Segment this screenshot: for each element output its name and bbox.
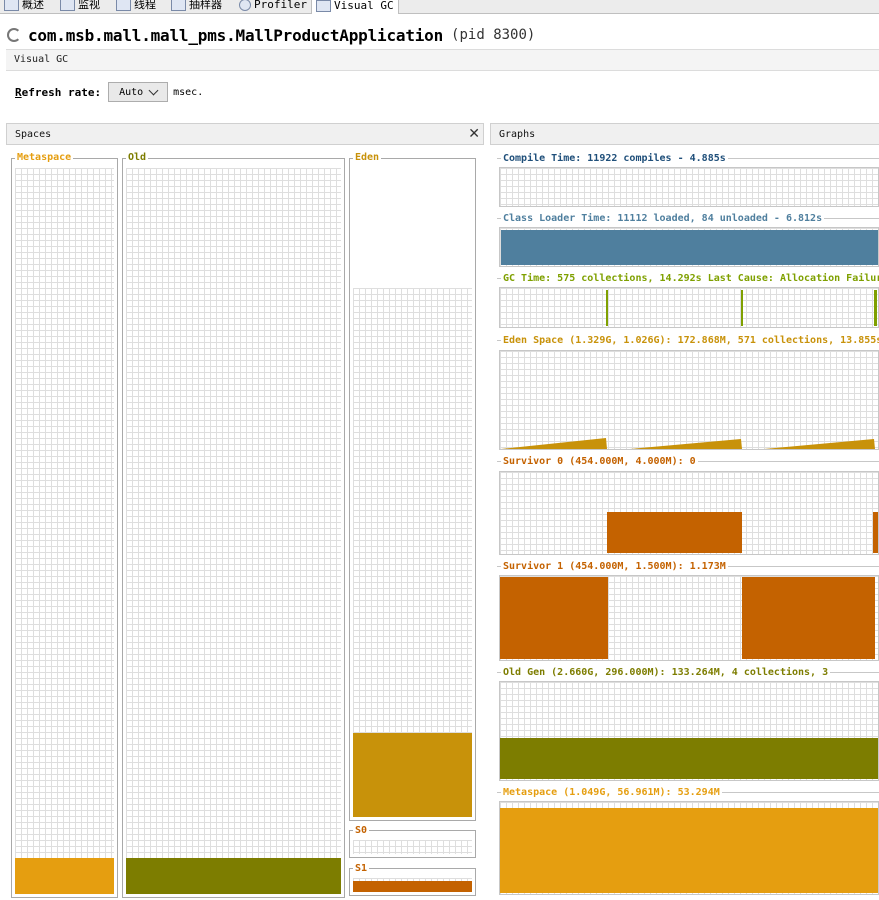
refresh-rate-value: Auto [119, 86, 144, 98]
survivor-1-block [500, 577, 608, 659]
metaspace-grid [15, 168, 114, 894]
old-gen-label: Old Gen (2.660G, 296.000M): 133.264M, 4 … [501, 667, 831, 678]
s0-label: S0 [353, 825, 370, 836]
old-gen-fill [500, 738, 878, 779]
chevron-down-icon [148, 85, 159, 96]
sampler-icon [171, 0, 186, 11]
loading-spinner-icon [7, 28, 21, 42]
s1-fill [353, 881, 472, 892]
app-title: com.msb.mall.mall_pms.MallProductApplica… [28, 25, 444, 45]
class-loader-time-label: Class Loader Time: 11112 loaded, 84 unlo… [501, 213, 825, 224]
refresh-rate-select[interactable]: Auto [108, 82, 169, 102]
graphs-title: Graphs [499, 129, 536, 140]
s1-label: S1 [353, 863, 370, 874]
eden-space-sawtooth [501, 438, 875, 449]
gc-time-label: GC Time: 575 collections, 14.292s Last C… [501, 273, 879, 284]
tab-monitor-label: 监视 [78, 0, 100, 11]
tab-overview-label: 概述 [22, 0, 44, 11]
gc-spike [606, 290, 608, 326]
eden-sawtooth-segment [630, 439, 742, 449]
metaspace-graph-label: Metaspace (1.049G, 56.961M): 53.294M [501, 787, 722, 798]
refresh-rate-unit: msec. [173, 86, 204, 98]
refresh-rate-label: Refresh rate: [15, 86, 101, 99]
survivor-1-label: Survivor 1 (454.000M, 1.500M): 1.173M [501, 561, 728, 572]
profiler-icon [239, 0, 251, 11]
old-fill [126, 858, 341, 894]
app-title-bar: com.msb.mall.mall_pms.MallProductApplica… [7, 25, 535, 45]
close-icon[interactable]: ✕ [468, 125, 480, 143]
eden-space-graph [499, 350, 879, 450]
eden-space [349, 158, 476, 821]
gc-time-graph [499, 287, 879, 328]
survivor-0-graph [499, 471, 879, 555]
tab-sampler-label: 抽样器 [189, 0, 222, 11]
threads-icon [116, 0, 131, 11]
tab-threads-label: 线程 [134, 0, 156, 11]
metaspace-fill [15, 858, 114, 894]
old-grid [126, 168, 341, 894]
spaces-title: Spaces [15, 129, 52, 140]
metaspace-graph-fill [500, 808, 878, 893]
survivor-1-block [742, 577, 875, 659]
tab-visual-gc[interactable]: Visual GC [311, 0, 399, 14]
survivor-0-label: Survivor 0 (454.000M, 4.000M): 0 [501, 456, 698, 467]
metaspace-graph [499, 801, 879, 895]
tab-visual-gc-label: Visual GC [334, 0, 394, 12]
eden-fill [353, 733, 472, 817]
compile-time-graph [499, 167, 879, 207]
visualgc-icon [316, 0, 331, 12]
class-loader-graph [499, 227, 879, 267]
tab-profiler-label: Profiler [254, 0, 307, 11]
survivor-1-graph [499, 575, 879, 661]
eden-sawtooth-segment [764, 439, 875, 449]
refresh-rate-row: Refresh rate: Auto msec. [15, 82, 203, 102]
eden-sawtooth-segment [501, 438, 607, 449]
eden-label: Eden [353, 152, 382, 163]
survivor-0-block [873, 512, 878, 553]
graphs-panel-header: Graphs [490, 123, 879, 145]
gc-spike [741, 290, 743, 326]
old-space [122, 158, 345, 898]
old-label: Old [126, 152, 149, 163]
tab-sampler[interactable]: 抽样器 [171, 0, 222, 13]
refresh-rate-label-text: efresh rate: [21, 85, 102, 99]
subtab-visual-gc[interactable]: Visual GC [14, 54, 68, 65]
s0-grid [353, 840, 472, 854]
tab-overview[interactable]: 概述 [4, 0, 44, 13]
metaspace-space [11, 158, 118, 898]
eden-space-graph-label: Eden Space (1.329G, 1.026G): 172.868M, 5… [501, 335, 879, 346]
monitor-icon [60, 0, 75, 11]
overview-icon [4, 0, 19, 11]
gc-spike [874, 290, 877, 326]
survivor-0-block [607, 512, 742, 553]
tab-monitor[interactable]: 监视 [60, 0, 100, 13]
app-pid: (pid 8300) [451, 27, 536, 43]
refresh-rate-mnemonic: R [15, 85, 22, 99]
eden-unused [353, 168, 472, 288]
metaspace-label: Metaspace [15, 152, 74, 163]
tab-threads[interactable]: 线程 [116, 0, 156, 13]
subtab-bar: Visual GC [6, 49, 879, 71]
tab-strip: 概述 监视 线程 抽样器 Profiler Visual GC [0, 0, 879, 14]
class-loader-fill [501, 230, 878, 265]
compile-time-label: Compile Time: 11922 compiles - 4.885s [501, 153, 728, 164]
old-gen-graph [499, 681, 879, 781]
tab-profiler[interactable]: Profiler [239, 0, 307, 13]
spaces-panel-header: Spaces ✕ [6, 123, 484, 145]
